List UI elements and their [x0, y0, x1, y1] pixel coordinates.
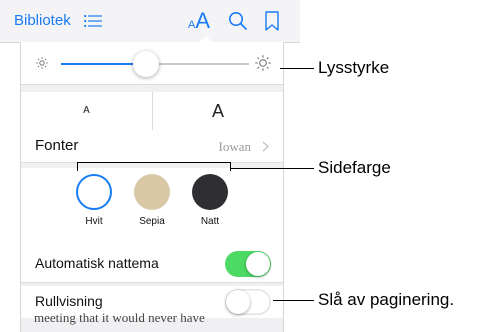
auto-night-theme-row: Automatisk nattema: [21, 246, 283, 282]
appearance-popover: A A Fonter Iowan Hvit Sepia Natt Automat…: [20, 42, 284, 332]
auto-night-theme-label: Automatisk nattema: [35, 255, 159, 271]
font-value: Iowan: [218, 139, 252, 154]
callout-pagination: Slå av paginering.: [318, 290, 455, 309]
decrease-text-size-button[interactable]: A: [21, 92, 152, 130]
callout-line-brightness: [280, 68, 314, 69]
callout-bracket-right: [230, 162, 231, 171]
increase-text-size-button[interactable]: A: [153, 92, 283, 130]
library-button[interactable]: Bibliotek: [14, 12, 71, 29]
font-row[interactable]: Fonter Iowan: [21, 130, 283, 162]
scroll-view-toggle[interactable]: [225, 289, 271, 315]
sun-small-icon: [36, 57, 48, 69]
page-color-white-label: Hvit: [85, 216, 103, 227]
brightness-slider-knob[interactable]: [133, 51, 159, 77]
divider: [21, 282, 283, 283]
callout-bracket-top: [77, 162, 231, 163]
scroll-view-label: Rullvisning: [35, 293, 103, 309]
page-color-sepia-label: Sepia: [139, 216, 165, 227]
page-color-sepia-button[interactable]: [134, 174, 170, 210]
book-page-text: meeting that it would never have: [34, 310, 205, 325]
callout-bracket-left: [77, 162, 78, 171]
toggle-knob: [246, 252, 270, 276]
font-label: Fonter: [35, 137, 79, 154]
sun-big-icon: [255, 55, 271, 71]
bookmark-icon[interactable]: [265, 11, 279, 31]
page-color-night-button[interactable]: [192, 174, 228, 210]
callout-line-page-color: [231, 168, 314, 169]
text-size-big-glyph: A: [195, 8, 211, 33]
text-settings-button[interactable]: AA: [188, 8, 210, 34]
divider: [21, 84, 283, 85]
list-icon[interactable]: [84, 15, 102, 27]
page-color-night-label: Natt: [200, 216, 220, 227]
chevron-right-icon: [262, 141, 269, 152]
search-icon[interactable]: [228, 11, 248, 31]
page-color-row: Hvit Sepia Natt: [21, 168, 283, 246]
toggle-knob: [226, 290, 250, 314]
callout-brightness: Lysstyrke: [318, 58, 390, 77]
brightness-slider[interactable]: [61, 51, 249, 77]
toolbar: Bibliotek AA: [0, 0, 300, 43]
callout-line-pagination: [273, 300, 314, 301]
text-size-row: A A: [21, 92, 283, 130]
page-color-white-button[interactable]: [76, 174, 112, 210]
auto-night-theme-toggle[interactable]: [225, 251, 271, 277]
callout-page-color: Sidefarge: [318, 158, 391, 177]
brightness-row: [21, 42, 283, 84]
